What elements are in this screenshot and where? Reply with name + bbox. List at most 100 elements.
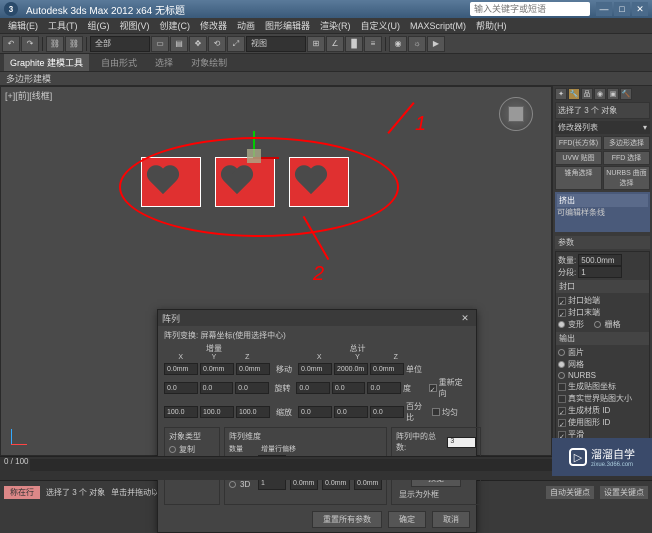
tab-hierarchy-icon[interactable]: 品 <box>581 88 593 100</box>
link-button[interactable]: ⛓ <box>46 36 64 52</box>
modifier-stack[interactable]: 挤出 可编辑样条线 <box>555 192 650 232</box>
gen-matid-checkbox[interactable] <box>558 407 566 415</box>
dialog-titlebar[interactable]: 阵列 ✕ <box>158 310 476 326</box>
rot-inc-y[interactable]: 0.0 <box>200 382 234 394</box>
heart-object-3[interactable] <box>289 157 349 207</box>
minimize-button[interactable]: — <box>596 2 612 16</box>
reset-button[interactable]: 重置所有参数 <box>312 511 382 528</box>
redo-button[interactable]: ↷ <box>21 36 39 52</box>
select-button[interactable]: ▭ <box>151 36 169 52</box>
viewcube[interactable] <box>499 97 533 131</box>
undo-button[interactable]: ↶ <box>2 36 20 52</box>
menu-modifiers[interactable]: 修改器 <box>196 19 231 32</box>
angle-snap-button[interactable]: ∠ <box>326 36 344 52</box>
mod-btn-ffd[interactable]: FFD(长方体) <box>555 136 602 150</box>
morph-radio[interactable] <box>558 321 565 328</box>
tab-modify-icon[interactable]: 🔧 <box>568 88 580 100</box>
menu-create[interactable]: 创建(C) <box>156 19 195 32</box>
auto-key-button[interactable]: 自动关键点 <box>546 486 594 499</box>
move-inc-z[interactable]: 0.0mm <box>236 363 270 375</box>
selection-filter[interactable]: 全部 <box>90 36 150 52</box>
status-pink-button[interactable]: 称在行 <box>4 486 40 499</box>
render-button[interactable]: ▶ <box>427 36 445 52</box>
menu-view[interactable]: 视图(V) <box>116 19 154 32</box>
mod-btn-polysel[interactable]: 多边形选择 <box>603 136 650 150</box>
menu-tools[interactable]: 工具(T) <box>44 19 82 32</box>
ribbon-tab-freeform[interactable]: 自由形式 <box>95 54 143 71</box>
rot-tot-y[interactable]: 0.0 <box>332 382 366 394</box>
rot-tot-x[interactable]: 0.0 <box>296 382 330 394</box>
tab-display-icon[interactable]: ▣ <box>607 88 619 100</box>
tab-motion-icon[interactable]: ◉ <box>594 88 606 100</box>
ribbon-tab-paint[interactable]: 对象绘制 <box>185 54 233 71</box>
menu-group[interactable]: 组(G) <box>84 19 114 32</box>
out-mesh-radio[interactable] <box>558 361 565 368</box>
viewcube-face-icon[interactable] <box>508 106 524 122</box>
cap-start-checkbox[interactable] <box>558 297 566 305</box>
menu-animation[interactable]: 动画 <box>233 19 259 32</box>
move-tot-z[interactable]: 0.0mm <box>370 363 404 375</box>
menu-render[interactable]: 渲染(R) <box>316 19 355 32</box>
maximize-button[interactable]: □ <box>614 2 630 16</box>
scale-button[interactable]: ⤢ <box>227 36 245 52</box>
reorient-checkbox[interactable] <box>429 384 437 392</box>
mod-btn-ffdsel[interactable]: FFD 选择 <box>603 151 650 165</box>
rotate-button[interactable]: ⟲ <box>208 36 226 52</box>
material-editor-button[interactable]: ◉ <box>389 36 407 52</box>
move-inc-y[interactable]: 0.0mm <box>200 363 234 375</box>
scl-inc-z[interactable]: 100.0 <box>236 406 270 418</box>
dim-3d-x[interactable]: 0.0mm <box>290 479 318 490</box>
search-input[interactable] <box>474 4 586 14</box>
unlink-button[interactable]: ⛓ <box>65 36 83 52</box>
viewport-front[interactable]: [+][前][线框] 1 2 3 4 阵列 <box>0 86 552 456</box>
rot-inc-x[interactable]: 0.0 <box>164 382 198 394</box>
render-setup-button[interactable]: ☼ <box>408 36 426 52</box>
out-patch-radio[interactable] <box>558 349 565 356</box>
align-button[interactable]: ≡ <box>364 36 382 52</box>
menu-customize[interactable]: 自定义(U) <box>357 19 405 32</box>
mod-btn-nurbs[interactable]: NURBS 曲面选择 <box>603 166 650 190</box>
snap-button[interactable]: ⊞ <box>307 36 325 52</box>
menu-edit[interactable]: 编辑(E) <box>4 19 42 32</box>
scl-inc-x[interactable]: 100.0 <box>164 406 198 418</box>
menu-help[interactable]: 帮助(H) <box>472 19 511 32</box>
mod-btn-uvw[interactable]: UVW 贴图 <box>555 151 602 165</box>
grid-radio[interactable] <box>594 321 601 328</box>
help-search[interactable] <box>470 2 590 16</box>
close-button[interactable]: ✕ <box>632 2 648 16</box>
dialog-close-icon[interactable]: ✕ <box>458 313 472 324</box>
app-logo-icon[interactable]: 3 <box>4 2 18 16</box>
ok-button[interactable]: 确定 <box>388 511 426 528</box>
stack-item-spline[interactable]: 可编辑样条线 <box>557 207 648 218</box>
dim-3d-count[interactable]: 1 <box>258 479 286 490</box>
scl-tot-x[interactable]: 0.0 <box>298 406 332 418</box>
move-inc-x[interactable]: 0.0mm <box>164 363 198 375</box>
radio-3d[interactable] <box>229 481 236 488</box>
mod-btn-taper[interactable]: 锥角选择 <box>555 166 602 190</box>
ribbon-tab-selection[interactable]: 选择 <box>149 54 179 71</box>
move-tot-x[interactable]: 0.0mm <box>298 363 332 375</box>
uniform-checkbox[interactable] <box>432 408 440 416</box>
params-rollout-title[interactable]: 参数 <box>555 236 650 249</box>
cancel-button[interactable]: 取消 <box>432 511 470 528</box>
gizmo-center-icon[interactable] <box>247 149 261 163</box>
dim-3d-y[interactable]: 0.0mm <box>322 479 350 490</box>
radio-copy[interactable] <box>169 446 176 453</box>
cap-end-checkbox[interactable] <box>558 309 566 317</box>
out-nurbs-radio[interactable] <box>558 372 565 379</box>
dim-3d-z[interactable]: 0.0mm <box>354 479 382 490</box>
coord-system[interactable]: 视图 <box>246 36 306 52</box>
amount-spinner[interactable] <box>578 254 622 266</box>
gen-mapping-checkbox[interactable] <box>558 383 566 391</box>
real-world-checkbox[interactable] <box>558 395 566 403</box>
heart-object-1[interactable] <box>141 157 201 207</box>
use-shape-checkbox[interactable] <box>558 419 566 427</box>
scl-tot-z[interactable]: 0.0 <box>370 406 404 418</box>
tab-create-icon[interactable]: ✦ <box>555 88 567 100</box>
timeline-track[interactable] <box>30 459 592 471</box>
heart-object-2[interactable] <box>215 157 275 207</box>
viewport-label[interactable]: [+][前][线框] <box>5 89 52 102</box>
move-button[interactable]: ✥ <box>189 36 207 52</box>
scl-tot-y[interactable]: 0.0 <box>334 406 368 418</box>
rot-inc-z[interactable]: 0.0 <box>235 382 269 394</box>
